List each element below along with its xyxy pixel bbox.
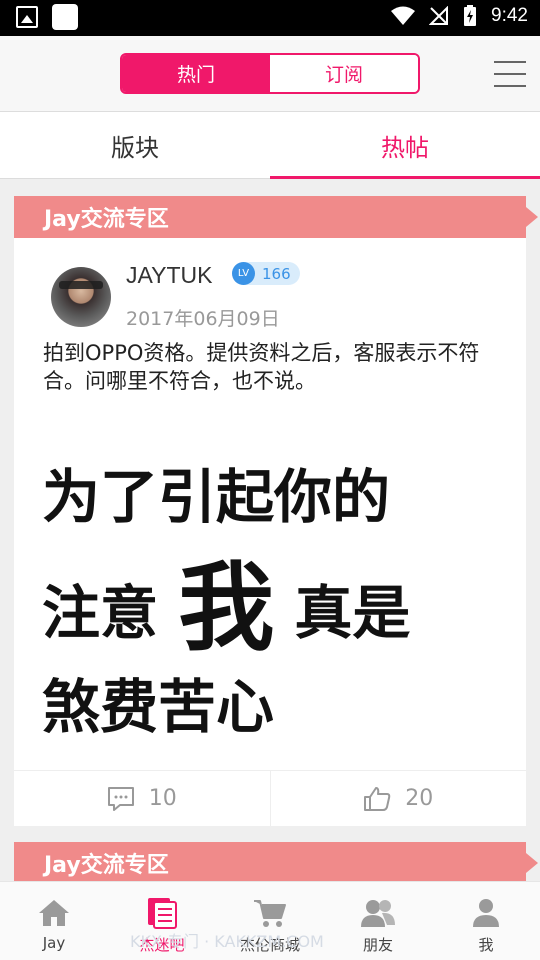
comment-icon — [107, 786, 134, 811]
cart-icon — [254, 900, 286, 927]
nav-label: Jay — [42, 934, 66, 952]
wifi-icon — [391, 6, 416, 25]
level-badge: LV 166 — [232, 262, 300, 285]
nav-shop[interactable]: 杰伦商城 — [216, 882, 324, 960]
sub-tabs: 版块 热帖 — [0, 112, 540, 179]
post-actions: 10 20 — [14, 770, 526, 826]
post-card[interactable]: JAYTUK LV 166 2017年06月09日 拍到OPPO资格。提供资料之… — [14, 238, 526, 826]
hot-subscribe-toggle: 热门 订阅 — [120, 53, 420, 94]
friends-icon — [361, 900, 395, 927]
tab-hot-posts[interactable]: 热帖 — [270, 112, 540, 179]
like-button[interactable]: 20 — [269, 771, 527, 826]
tab-subscribe[interactable]: 订阅 — [270, 55, 418, 92]
level-number: 166 — [262, 264, 291, 283]
nav-friends[interactable]: 朋友 — [324, 882, 432, 960]
section-header[interactable]: Jay交流专区 — [14, 196, 538, 238]
no-signal-icon — [429, 6, 449, 25]
post-image-line-3: 煞费苦心 — [42, 673, 275, 741]
section-title: Jay交流专区 — [44, 207, 169, 232]
app-notification-icon — [52, 4, 78, 30]
tab-sections[interactable]: 版块 — [0, 112, 270, 178]
image-notification-icon — [16, 6, 38, 28]
section-arrow-icon — [526, 853, 538, 873]
battery-charging-icon — [464, 5, 477, 26]
post-image-big-char: 我 — [178, 552, 275, 664]
nav-me[interactable]: 我 — [432, 882, 540, 960]
like-count: 20 — [405, 786, 434, 811]
comment-button[interactable]: 10 — [14, 771, 270, 826]
top-header: 热门 订阅 — [0, 36, 540, 112]
nav-label: 朋友 — [362, 936, 393, 954]
section-title: Jay交流专区 — [44, 853, 169, 878]
post-image-text: 注意 — [42, 579, 159, 647]
section-arrow-icon — [526, 207, 538, 227]
nav-label: 杰伦商城 — [239, 936, 300, 954]
nav-forum[interactable]: 杰迷吧 — [108, 882, 216, 960]
post-image-line-2: 注意 我 真是 — [42, 530, 410, 669]
tab-hot[interactable]: 热门 — [122, 55, 270, 92]
post-image-text: 真是 — [294, 579, 411, 647]
clock: 9:42 — [491, 5, 528, 26]
section-header-next[interactable]: Jay交流专区 — [14, 842, 538, 884]
level-icon: LV — [232, 262, 255, 285]
person-icon — [473, 899, 499, 927]
thumbs-up-icon — [364, 786, 391, 811]
status-bar: 9:42 — [0, 0, 540, 36]
comment-count: 10 — [148, 786, 177, 811]
hamburger-menu-icon[interactable] — [494, 61, 526, 87]
avatar[interactable] — [51, 267, 111, 327]
nav-label: 杰迷吧 — [139, 936, 185, 954]
bottom-nav: Jay 杰迷吧 杰伦商城 朋友 我 — [0, 881, 540, 960]
post-text: 拍到OPPO资格。提供资料之后，客服表示不符合。问哪里不符合，也不说。 — [43, 341, 480, 393]
post-image-line-1: 为了引起你的 — [42, 463, 391, 531]
home-icon — [39, 900, 69, 926]
post-date: 2017年06月09日 — [126, 308, 280, 330]
forum-icon — [148, 898, 177, 929]
nav-home[interactable]: Jay — [0, 882, 108, 960]
post-author[interactable]: JAYTUK — [126, 262, 212, 289]
nav-label: 我 — [478, 936, 494, 954]
